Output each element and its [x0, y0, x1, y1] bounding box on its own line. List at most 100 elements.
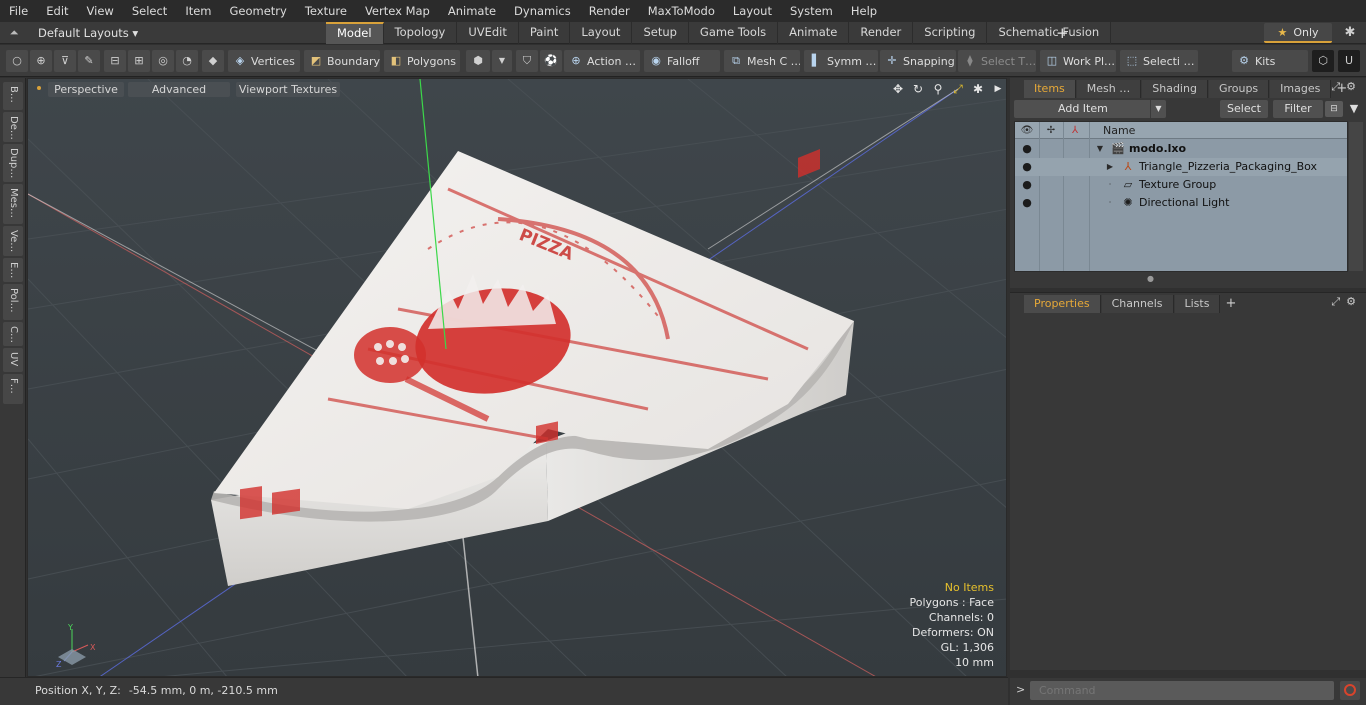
resize-grip-icon[interactable]: ● — [1147, 274, 1154, 283]
polygons-button[interactable]: ◧ Polygons — [384, 50, 460, 72]
tab-game-tools[interactable]: Game Tools — [689, 22, 779, 44]
menu-help[interactable]: Help — [842, 0, 886, 22]
mesh-constraint-button[interactable]: ⧉ Mesh C … — [724, 50, 800, 72]
menu-view[interactable]: View — [78, 0, 123, 22]
boundary-button[interactable]: ◩ Boundary — [304, 50, 380, 72]
action-center-button[interactable]: ⊕ Action … — [564, 50, 640, 72]
collapse-arrow-icon[interactable]: ▶ — [1105, 159, 1115, 175]
center-button[interactable]: ⊞ — [128, 50, 150, 72]
menu-edit[interactable]: Edit — [37, 0, 77, 22]
add-tab-button[interactable]: + — [1056, 22, 1069, 44]
only-toggle-button[interactable]: ★ Only — [1264, 23, 1332, 43]
layout-selector[interactable]: Default Layouts ▾ — [28, 26, 138, 40]
tab-topology[interactable]: Topology — [384, 22, 458, 44]
eye-icon[interactable]: ● — [1019, 195, 1035, 211]
pivot-button[interactable]: ◎ — [152, 50, 174, 72]
viewport-gear-icon[interactable]: ✱ — [968, 81, 988, 98]
unreal-button[interactable]: U — [1338, 50, 1360, 72]
material-dropdown[interactable]: ▼ — [492, 50, 512, 72]
menu-dynamics[interactable]: Dynamics — [505, 0, 580, 22]
tab-shading[interactable]: Shading — [1142, 80, 1208, 98]
align-button[interactable]: ⊟ — [104, 50, 126, 72]
tab-properties[interactable]: Properties — [1024, 295, 1101, 313]
tab-images[interactable]: Images — [1270, 80, 1332, 98]
tab-channels[interactable]: Channels — [1101, 295, 1174, 313]
symmetry-button[interactable]: ▌ Symm … — [804, 50, 878, 72]
command-input[interactable] — [1030, 681, 1334, 700]
axis-column-icon[interactable]: ⅄ — [1067, 122, 1083, 139]
rotate-icon[interactable]: ↻ — [908, 81, 928, 98]
vertices-button[interactable]: ◈ Vertices — [228, 50, 300, 72]
eye-icon[interactable]: ● — [1019, 159, 1035, 175]
panel-corner-icon[interactable] — [1010, 293, 1024, 313]
left-tab-mesh-edit[interactable]: Mes… — [3, 184, 23, 224]
menu-render[interactable]: Render — [580, 0, 639, 22]
menu-vertex-map[interactable]: Vertex Map — [356, 0, 439, 22]
lock-column-icon[interactable]: ✢ — [1043, 122, 1059, 139]
menu-select[interactable]: Select — [123, 0, 176, 22]
tab-items[interactable]: Items — [1024, 80, 1076, 98]
unity-button[interactable]: ⬡ — [1312, 50, 1334, 72]
left-tab-curve[interactable]: C… — [3, 322, 23, 346]
menu-maxtomodo[interactable]: MaxToModo — [639, 0, 724, 22]
menu-geometry[interactable]: Geometry — [221, 0, 296, 22]
left-tab-basic[interactable]: B… — [3, 82, 23, 110]
tab-setup[interactable]: Setup — [632, 22, 689, 44]
tree-row-light[interactable]: ● · ✺ Directional Light — [1015, 194, 1347, 212]
tab-render[interactable]: Render — [849, 22, 914, 44]
visibility-column-icon[interactable]: 👁 — [1019, 122, 1035, 139]
command-history-icon[interactable]: > — [1016, 683, 1025, 696]
viewport-textures-button[interactable]: Viewport Textures — [236, 82, 340, 97]
menu-item[interactable]: Item — [176, 0, 220, 22]
expand-arrow-icon[interactable]: ▼ — [1095, 141, 1105, 157]
chevron-down-icon[interactable]: ▼ — [1150, 100, 1166, 118]
left-tab-polygon[interactable]: Pol… — [3, 284, 23, 320]
record-macro-button[interactable] — [1340, 681, 1360, 700]
tab-model[interactable]: Model — [326, 22, 384, 44]
tab-groups[interactable]: Groups — [1208, 80, 1270, 98]
tab-paint[interactable]: Paint — [519, 22, 571, 44]
tab-schematic-fusion[interactable]: Schematic Fusion — [987, 22, 1112, 44]
selection-sets-button[interactable]: ⬚ Selecti … — [1120, 50, 1198, 72]
perspective-button[interactable]: Perspective — [48, 82, 124, 97]
menu-animate[interactable]: Animate — [439, 0, 505, 22]
panel-expand-icon[interactable]: ⤢⚙ — [1331, 295, 1362, 309]
name-column-header[interactable]: Name — [1103, 122, 1135, 139]
eye-icon[interactable]: ● — [1019, 177, 1035, 193]
item-list-scrollbar[interactable] — [1349, 122, 1363, 271]
3d-viewport[interactable]: PIZZA Y X Z Perspective Advanced Viewpor… — [27, 78, 1007, 677]
kits-button[interactable]: ⚙ Kits — [1232, 50, 1308, 72]
tab-layout[interactable]: Layout — [570, 22, 633, 44]
zoom-icon[interactable]: ⚲ — [928, 81, 948, 98]
eye-icon[interactable]: ● — [1019, 141, 1035, 157]
snapping-button[interactable]: ✛ Snapping — [880, 50, 956, 72]
globe-button[interactable]: ⊕ — [30, 50, 52, 72]
left-tab-duplicate[interactable]: Dup… — [3, 144, 23, 182]
pan-icon[interactable]: ✥ — [888, 81, 908, 98]
left-tab-fusion[interactable]: F… — [3, 374, 23, 404]
panel-corner-icon[interactable] — [1010, 78, 1024, 98]
add-panel-tab-button[interactable]: + — [1221, 295, 1240, 313]
menu-texture[interactable]: Texture — [296, 0, 356, 22]
items-mode-button[interactable]: ◆ — [202, 50, 224, 72]
tree-row-scene[interactable]: ● ▼ 🎬 modo.lxo — [1015, 140, 1347, 158]
tab-animate[interactable]: Animate — [778, 22, 850, 44]
tree-row-mesh[interactable]: ● ▶ ⅄ Triangle_Pizzeria_Packaging_Box — [1015, 158, 1347, 176]
select-button[interactable]: Select — [1220, 100, 1268, 118]
advanced-button[interactable]: Advanced — [128, 82, 230, 97]
layout-collapse-icon[interactable]: ⏶ — [0, 26, 28, 40]
menu-system[interactable]: System — [781, 0, 842, 22]
panel-expand-icon[interactable]: ⤢⚙ — [1331, 80, 1362, 94]
pen-tool-button[interactable]: ⊽ — [54, 50, 76, 72]
viewport-menu-arrow-icon[interactable]: ▶ — [988, 81, 1006, 98]
left-tab-vertex[interactable]: Ve… — [3, 226, 23, 256]
collapse-icon[interactable]: ⊟ — [1325, 101, 1343, 117]
work-plane-button[interactable]: ◫ Work Pl… — [1040, 50, 1116, 72]
select-through-button[interactable]: ⧫ Select T… — [958, 50, 1036, 72]
gear-icon[interactable]: ✱ — [1340, 22, 1360, 44]
timer-button[interactable]: ◔ — [176, 50, 198, 72]
filter-button[interactable]: Filter — [1273, 100, 1323, 118]
select-circle-button[interactable]: ○ — [6, 50, 28, 72]
menu-layout[interactable]: Layout — [724, 0, 781, 22]
menu-file[interactable]: File — [0, 0, 37, 22]
